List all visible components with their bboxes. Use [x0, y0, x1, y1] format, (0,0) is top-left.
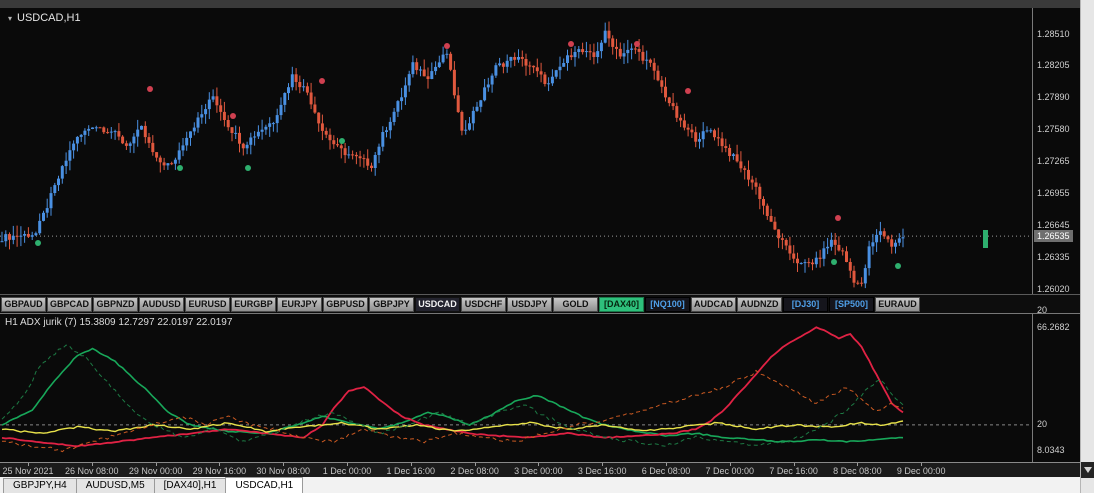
- symbol-tab-audnzd[interactable]: AUDNZD: [737, 296, 782, 312]
- symbol-tab-eurgbp[interactable]: EURGBP: [231, 296, 276, 312]
- price-axis-label: 1.28205: [1037, 59, 1070, 70]
- main-chart-panel[interactable]: ▾ USDCAD,H1: [0, 8, 1032, 294]
- chart-tab-dax40-h1[interactable]: [DAX40],H1: [153, 478, 227, 493]
- symbol-tab-sp500[interactable]: [SP500]: [829, 296, 874, 312]
- time-axis-label: 25 Nov 2021: [2, 466, 54, 476]
- symbol-tab-usdcad[interactable]: USDCAD: [415, 296, 460, 312]
- time-axis-label: 30 Nov 08:00: [256, 466, 310, 476]
- indicator-label: H1 ADX jurik (7) 15.3809 12.7297 22.0197…: [5, 317, 233, 328]
- time-axis-label: 2 Dec 08:00: [450, 466, 499, 476]
- adx-indicator-chart: [0, 326, 1032, 453]
- time-axis-label: 1 Dec 16:00: [386, 466, 436, 476]
- symbol-tab-bar: GBPAUD GBPCAD GBPNZD AUDUSD EURUSD EURGBP EURJ…: [0, 294, 1080, 313]
- candlestick-chart[interactable]: [0, 8, 1032, 294]
- chart-tab-audusd-m5[interactable]: AUDUSD,M5: [75, 478, 155, 493]
- scrollbar[interactable]: [1080, 0, 1094, 493]
- symbol-tab-dj30[interactable]: [DJ30]: [783, 296, 828, 312]
- symbol-tab-gbpusd[interactable]: GBPUSD: [323, 296, 368, 312]
- price-axis-label: 1.26020: [1037, 283, 1070, 294]
- price-axis-label: 1.28510: [1037, 28, 1070, 39]
- time-axis-label: 6 Dec 08:00: [641, 466, 691, 476]
- symbol-tab-euraud[interactable]: EURAUD: [875, 296, 920, 312]
- time-axis-label: 29 Nov 16:00: [192, 466, 247, 476]
- symbol-tab-gbpaud[interactable]: GBPAUD: [1, 296, 46, 312]
- scroll-down-button[interactable]: [1081, 462, 1094, 478]
- indicator-min-label: 8.0343: [1037, 445, 1065, 456]
- price-axis-label: 1.26335: [1037, 251, 1070, 262]
- chart-tab-usdcad-h1[interactable]: USDCAD,H1: [225, 477, 304, 493]
- time-axis[interactable]: 25 Nov 2021 26 Nov 08:00 29 Nov 00:00 29 No…: [0, 462, 1080, 477]
- time-axis-label: 8 Dec 08:00: [833, 466, 882, 476]
- time-axis-label: 9 Dec 00:00: [896, 466, 946, 476]
- symbol-tab-gbpcad[interactable]: GBPCAD: [47, 296, 92, 312]
- time-axis-label: 7 Dec 16:00: [769, 466, 818, 476]
- chart-title-label: USDCAD,H1: [17, 12, 81, 24]
- down-triangle-icon: [1083, 467, 1092, 473]
- symbol-tab-eurjpy[interactable]: EURJPY: [277, 296, 322, 312]
- indicator-max-label: 66.2682: [1037, 322, 1070, 333]
- chart-tab-bar: GBPJPY,H4 AUDUSD,M5 [DAX40],H1 USDCAD,H1: [0, 477, 1080, 493]
- time-axis-label: 29 Nov 00:00: [128, 466, 183, 476]
- symbol-tab-usdchf[interactable]: USDCHF: [461, 296, 506, 312]
- price-axis[interactable]: 1.28510 1.28205 1.27890 1.27580 1.27265 1.269…: [1032, 8, 1080, 294]
- time-axis-label: 26 Nov 08:00: [65, 466, 119, 476]
- price-axis-label: 1.27890: [1037, 92, 1070, 103]
- chart-tab-gbpjpy-h4[interactable]: GBPJPY,H4: [3, 478, 77, 493]
- terminal-window: ▾ USDCAD,H1 1.28510 1.28205 1.27890 1.27580…: [0, 0, 1094, 493]
- indicator-scale-top-label: 20: [1037, 305, 1048, 315]
- symbol-tab-gbpjpy[interactable]: GBPJPY: [369, 296, 414, 312]
- price-axis-label: 1.26955: [1037, 188, 1070, 199]
- symbol-tab-gold[interactable]: GOLD: [553, 296, 598, 312]
- indicator-panel[interactable]: H1 ADX jurik (7) 15.3809 12.7297 22.0197…: [0, 313, 1032, 462]
- current-price-badge: 1.26535: [1034, 230, 1073, 243]
- time-axis-label: 3 Dec 00:00: [514, 466, 563, 476]
- time-axis-label: 3 Dec 16:00: [577, 466, 627, 476]
- symbol-tab-audcad[interactable]: AUDCAD: [691, 296, 736, 312]
- collapse-arrow-icon[interactable]: ▾: [8, 14, 12, 23]
- symbol-tab-dax40[interactable]: [DAX40]: [599, 296, 644, 312]
- symbol-tab-eurusd[interactable]: EURUSD: [185, 296, 230, 312]
- chart-title: ▾ USDCAD,H1: [8, 12, 81, 24]
- indicator-level-label: 20: [1037, 418, 1048, 429]
- indicator-axis: 20 66.2682 20 8.0343: [1032, 305, 1080, 462]
- symbol-tab-gbpnzd[interactable]: GBPNZD: [93, 296, 138, 312]
- price-axis-label: 1.27265: [1037, 156, 1070, 167]
- symbol-tab-audusd[interactable]: AUDUSD: [139, 296, 184, 312]
- price-axis-label: 1.27580: [1037, 123, 1070, 134]
- symbol-tab-nq100[interactable]: [NQ100]: [645, 296, 690, 312]
- symbol-tab-usdjpy[interactable]: USDJPY: [507, 296, 552, 312]
- price-axis-label: 1.26645: [1037, 219, 1070, 230]
- time-axis-label: 1 Dec 00:00: [322, 466, 372, 476]
- time-axis-label: 7 Dec 00:00: [705, 466, 755, 476]
